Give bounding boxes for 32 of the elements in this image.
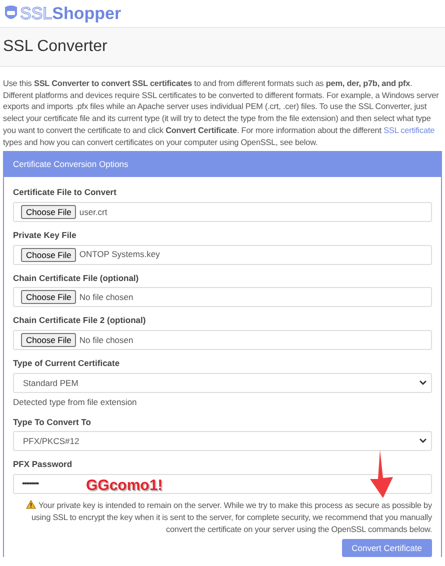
- choose-file-button[interactable]: Choose File: [21, 248, 76, 262]
- panel-header: Certificate Conversion Options: [4, 152, 441, 178]
- ssl-certificate-link[interactable]: SSL certificate: [384, 126, 435, 135]
- field-label: Chain Certificate File (optional): [13, 272, 139, 284]
- file-input[interactable]: Choose File No file chosen: [13, 287, 432, 308]
- file-name: ONTOP Systems.key: [79, 248, 160, 262]
- field-label: Chain Certificate File 2 (optional): [13, 314, 146, 328]
- type-select[interactable]: Standard PEM: [13, 372, 432, 393]
- chevron-down-icon: [419, 380, 427, 386]
- choose-file-button[interactable]: Choose File: [21, 204, 76, 219]
- file-name: user.crt: [79, 206, 108, 218]
- file-name: No file chosen: [79, 291, 134, 304]
- field-label: PFX Password: [13, 458, 72, 472]
- choose-file-button[interactable]: Choose File: [21, 333, 76, 348]
- chevron-down-icon: [419, 438, 427, 444]
- warning-icon: [26, 500, 36, 510]
- warning-text: Your private key is intended to remain on the server. While we try to make this process as secure as possible by using SSL to encrypt the key when it is sent to the server, for complete security, we recommend that you manually convert the certificate on your server using the OpenSSL commands below.: [13, 500, 432, 536]
- file-name: No file chosen: [79, 334, 134, 347]
- choose-file-button[interactable]: Choose File: [21, 290, 76, 304]
- field-label: Certificate File to Convert: [13, 186, 116, 199]
- page-title: SSL Converter: [3, 37, 108, 57]
- type-select[interactable]: PFX/PKCS#12: [13, 431, 432, 452]
- help-text: Detected type from file extension: [13, 396, 137, 409]
- logo-text: SSLShopper: [20, 5, 122, 22]
- intro-paragraph: Use this SSL Converter to convert SSL certificates to and from different formats such as pem, der, p7b, and pfx. Different platforms and devices require SSL certificates to be converted to different formats. For example, a Windows server exports and imports .pfx files while an Apache server uses individual PEM (.crt, .cer) files. To use the SSL Converter, just select your certificate file and its current type (it will try to detect the type from the file extension) and then select what type you want to convert the certificate to and click Convert Certificate. For more information about the different SSL certificate types and how you can convert certificates on your computer using OpenSSL, see below.: [2, 78, 440, 149]
- file-input[interactable]: Choose File user.crt: [13, 202, 432, 222]
- annotation-text: GGcomo1!: [86, 478, 163, 493]
- file-input[interactable]: Choose File No file chosen: [13, 330, 432, 350]
- field-label: Type To Convert To: [13, 416, 91, 428]
- file-input[interactable]: Choose File ONTOP Systems.key: [13, 244, 432, 265]
- field-label: Type of Current Certificate: [13, 357, 120, 370]
- field-label: Private Key File: [13, 228, 76, 242]
